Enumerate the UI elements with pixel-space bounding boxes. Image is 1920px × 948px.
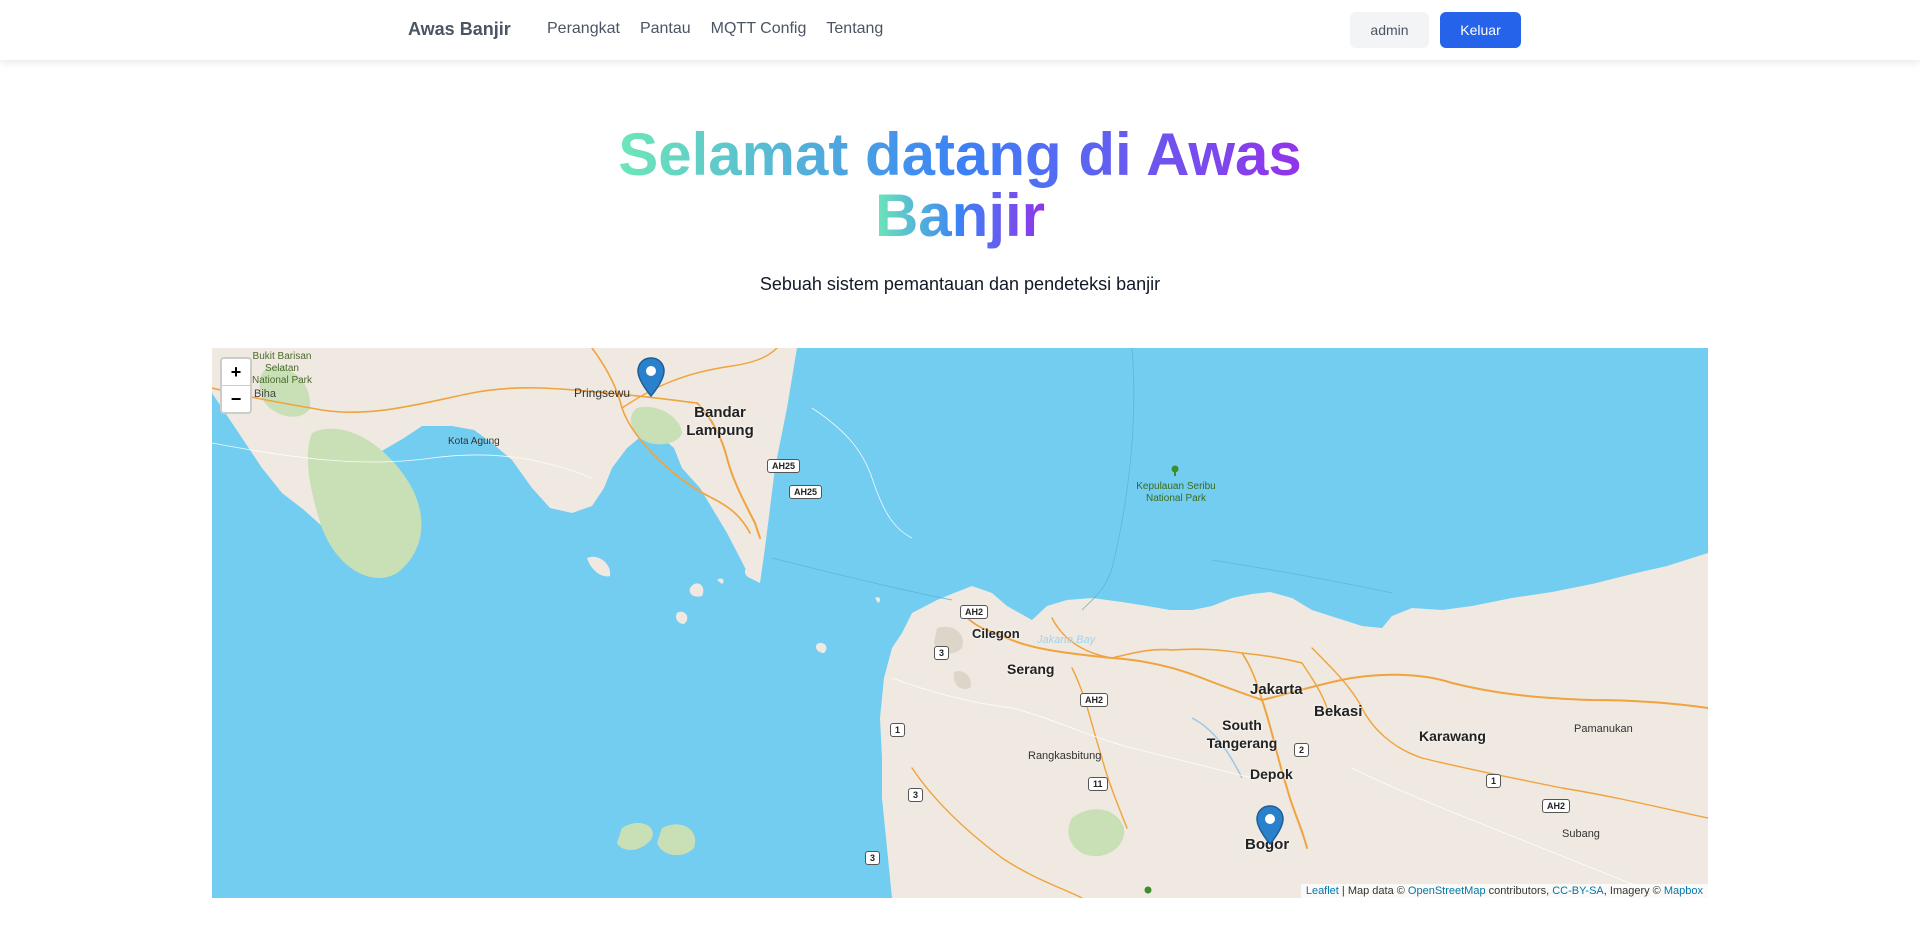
attribution-imagery: , Imagery ©: [1603, 885, 1664, 897]
navbar: Awas Banjir Perangkat Pantau MQTT Config…: [0, 0, 1920, 60]
map-label-bandar: Bandar: [694, 404, 746, 421]
road-shield-ah2c: AH2: [1542, 796, 1571, 814]
road-shield-r11: 11: [1088, 774, 1108, 792]
map-label-tangerang: Tangerang: [1206, 735, 1278, 751]
location-marker-icon[interactable]: [1256, 805, 1284, 845]
road-shield-label: AH2: [1542, 799, 1571, 813]
map-label-south: South: [1222, 717, 1262, 733]
map-label-lampung: Lampung: [686, 422, 754, 439]
map-attribution: Leaflet | Map data © OpenStreetMap contr…: [1300, 884, 1708, 898]
zoom-control: + −: [220, 357, 252, 414]
map-label-kepulauan-seribu: Kepulauan Seribu: [1136, 481, 1216, 492]
road-shield-label: 1: [1486, 774, 1502, 788]
mapbox-link[interactable]: Mapbox: [1664, 885, 1703, 897]
road-shield-r3a: 3: [934, 643, 950, 661]
nav-link-perangkat[interactable]: Perangkat: [547, 20, 620, 38]
map-tiles[interactable]: [212, 348, 1708, 898]
logout-button[interactable]: Keluar: [1440, 12, 1521, 48]
page-title-line2: Banjir: [874, 182, 1046, 249]
map-label-pringsewu: Pringsewu: [574, 386, 631, 400]
brand-logo[interactable]: Awas Banjir: [408, 19, 511, 40]
road-shield-label: 2: [1294, 743, 1310, 757]
map-label-bukit-barisan: Bukit Barisan Selatan: [252, 351, 312, 374]
openstreetmap-link[interactable]: OpenStreetMap: [1408, 885, 1486, 897]
map-label-kota-agung: Kota Agung: [448, 436, 500, 447]
map-label-bukit-barisan-np: National Park: [251, 375, 313, 386]
road-shield-ah2b: AH2: [1080, 690, 1109, 708]
nav-link-mqtt-config[interactable]: MQTT Config: [711, 20, 807, 38]
map-label-kepulauan-np: National Park: [1145, 493, 1207, 504]
road-shield-r3c: 3: [865, 848, 881, 866]
road-shield-label: 1: [890, 723, 906, 737]
road-shield-label: 3: [934, 646, 950, 660]
map-label-biha: Biha: [254, 388, 277, 400]
road-shield-label: AH2: [960, 605, 989, 619]
nav-links: Perangkat Pantau MQTT Config Tentang: [547, 20, 883, 38]
map-label-karawang: Karawang: [1419, 728, 1486, 744]
road-shield-label: AH25: [789, 485, 823, 499]
attribution-map-data: | Map data ©: [1338, 885, 1408, 897]
attribution-contributors: contributors,: [1485, 885, 1553, 897]
page-title: Selamat datang di Awas Banjir: [560, 124, 1360, 246]
license-link[interactable]: CC-BY-SA: [1552, 885, 1604, 897]
map-label-pamanukan: Pamanukan: [1574, 723, 1633, 735]
road-shield-ah2a: AH2: [960, 602, 989, 620]
map-label-jakarta: Jakarta: [1250, 681, 1303, 698]
zoom-in-button[interactable]: +: [222, 359, 250, 385]
road-shield-label: AH25: [767, 459, 801, 473]
flood-map[interactable]: Bukit Barisan Selatan National Park Biha…: [212, 348, 1708, 898]
map-label-bekasi: Bekasi: [1314, 703, 1363, 720]
map-label-serang: Serang: [1007, 661, 1055, 677]
user-button[interactable]: admin: [1350, 12, 1429, 48]
road-shield-ah25b: AH25: [789, 482, 823, 500]
map-label-subang: Subang: [1562, 828, 1600, 840]
map-label-rangkasbitung: Rangkasbitung: [1028, 750, 1102, 762]
road-shield-r1a: 1: [890, 720, 906, 738]
zoom-out-button[interactable]: −: [222, 385, 250, 412]
map-label-cilegon: Cilegon: [972, 626, 1020, 641]
leaflet-link[interactable]: Leaflet: [1306, 885, 1339, 897]
map-label-jakarta-bay: Jakarta Bay: [1037, 634, 1096, 646]
road-shield-label: 3: [908, 788, 924, 802]
road-shield-ah25a: AH25: [767, 456, 801, 474]
map-label-depok: Depok: [1250, 766, 1293, 782]
road-shield-label: 11: [1088, 777, 1108, 791]
nav-link-pantau[interactable]: Pantau: [640, 20, 691, 38]
road-shield-label: 3: [865, 851, 881, 865]
road-shield-r1b: 1: [1486, 771, 1502, 789]
page-title-line1: Selamat datang di Awas: [618, 121, 1302, 188]
road-shield-label: AH2: [1080, 693, 1109, 707]
road-shield-r2: 2: [1294, 740, 1310, 758]
page-subtitle: Sebuah sistem pemantauan dan pendeteksi …: [759, 274, 1161, 294]
road-shield-r3b: 3: [908, 785, 924, 803]
location-marker-icon[interactable]: [637, 357, 665, 397]
nav-link-tentang[interactable]: Tentang: [826, 20, 883, 38]
